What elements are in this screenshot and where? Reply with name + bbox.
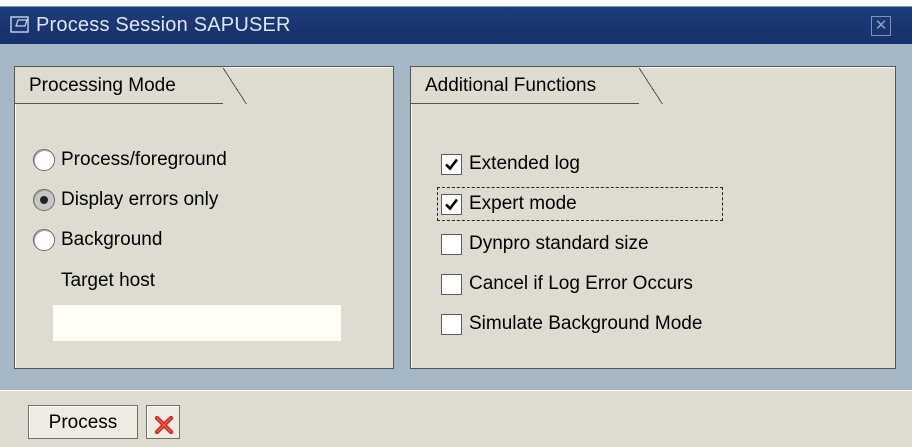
process-button[interactable]: Process — [28, 405, 138, 439]
checkbox-expert-mode[interactable]: Expert mode — [441, 190, 577, 218]
checkbox-checked[interactable] — [441, 153, 462, 175]
checkbox[interactable] — [441, 273, 462, 295]
window-title: Process Session SAPUSER — [36, 14, 291, 36]
title-bar[interactable]: Process Session SAPUSER ✕ — [0, 6, 912, 44]
processing-mode-title: Processing Mode — [15, 67, 247, 104]
target-host-input[interactable] — [53, 305, 341, 341]
dialog-footer: Process — [0, 390, 912, 447]
checkbox-cancel-if-log-error[interactable]: Cancel if Log Error Occurs — [441, 270, 693, 298]
additional-functions-group: Additional Functions Extended log Expert… — [410, 66, 896, 369]
checkbox[interactable] — [441, 233, 462, 255]
radio-label: Background — [61, 229, 163, 250]
additional-functions-title: Additional Functions — [411, 67, 663, 104]
checkbox-extended-log[interactable]: Extended log — [441, 150, 580, 178]
processing-mode-group: Processing Mode Process/foreground Displ… — [14, 66, 394, 369]
process-session-dialog: Process Session SAPUSER ✕ Processing Mod… — [0, 6, 912, 447]
checkmark-icon — [445, 158, 459, 170]
close-icon[interactable]: ✕ — [871, 16, 891, 36]
checkbox-dynpro-standard-size[interactable]: Dynpro standard size — [441, 230, 649, 258]
checkbox-checked[interactable] — [441, 193, 462, 215]
radio-background[interactable]: Background — [33, 226, 162, 254]
radio-label: Display errors only — [61, 189, 219, 210]
radio-button-selected[interactable] — [33, 189, 55, 211]
checkbox-label: Cancel if Log Error Occurs — [469, 273, 693, 294]
cancel-x-icon — [154, 415, 174, 434]
checkbox-label: Simulate Background Mode — [469, 313, 703, 334]
dialog-window-icon — [10, 16, 29, 33]
radio-label: Process/foreground — [61, 149, 227, 170]
radio-button[interactable] — [33, 149, 55, 171]
checkbox-label: Extended log — [469, 153, 580, 174]
checkmark-icon — [445, 198, 459, 210]
checkbox-simulate-background[interactable]: Simulate Background Mode — [441, 310, 702, 338]
radio-display-errors-only[interactable]: Display errors only — [33, 186, 218, 214]
target-host-label: Target host — [61, 270, 155, 291]
cancel-button[interactable] — [146, 405, 180, 439]
checkbox-label: Dynpro standard size — [469, 233, 649, 254]
checkbox[interactable] — [441, 313, 462, 335]
checkbox-label: Expert mode — [469, 193, 577, 214]
radio-process-foreground[interactable]: Process/foreground — [33, 146, 227, 174]
radio-button[interactable] — [33, 229, 55, 251]
